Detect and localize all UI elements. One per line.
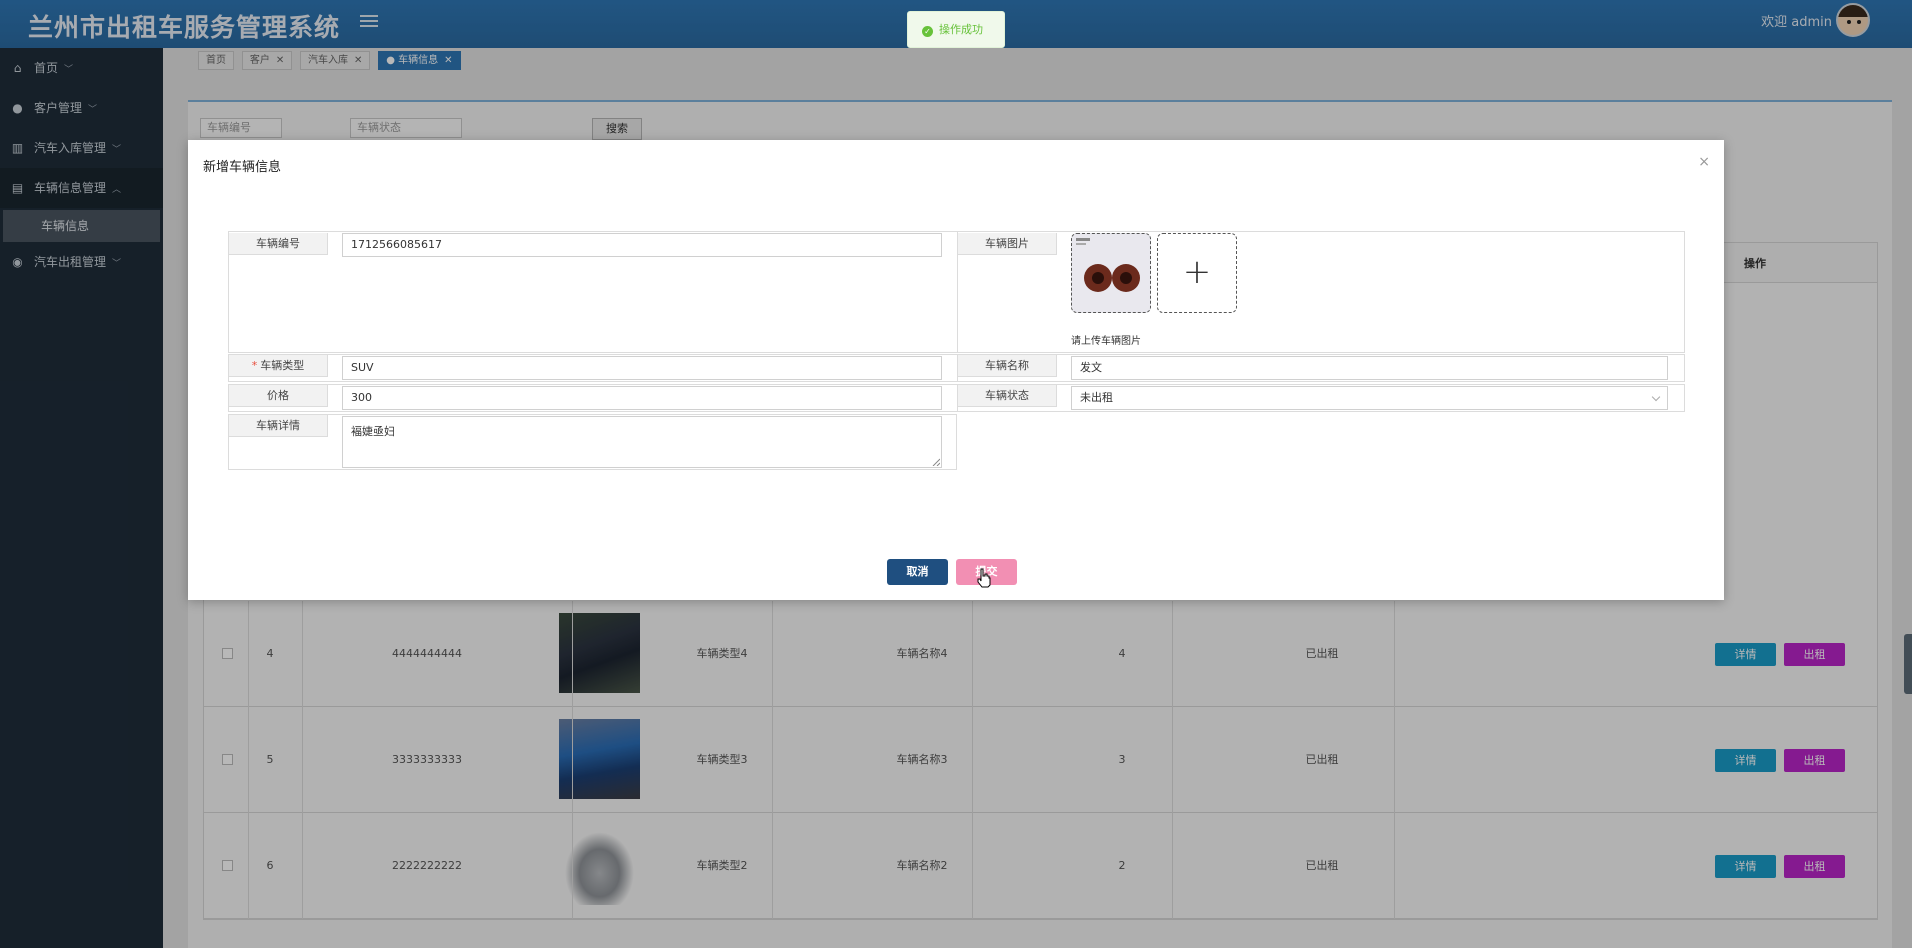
success-toast: ✓ 操作成功	[907, 11, 1005, 48]
hand-cursor-icon	[977, 568, 991, 588]
field-label: * 车辆类型	[229, 355, 328, 377]
field-label-text: 车辆类型	[260, 359, 305, 372]
field-label: 价格	[229, 385, 328, 407]
add-vehicle-dialog: 新增车辆信息 × 车辆编号 1712566085617 车辆图片 + 请上传车辆…	[188, 140, 1724, 600]
chevron-down-icon	[1651, 392, 1661, 402]
vehicle-number-input[interactable]: 1712566085617	[342, 233, 942, 257]
vehicle-status-select[interactable]: 未出租	[1071, 386, 1668, 410]
check-circle-icon: ✓	[922, 26, 933, 37]
form-item-image: 车辆图片 + 请上传车辆图片	[957, 231, 1685, 353]
field-label: 车辆编号	[229, 233, 328, 255]
select-value: 未出租	[1080, 391, 1113, 404]
field-label: 车辆状态	[958, 385, 1057, 407]
upload-tip: 请上传车辆图片	[1071, 336, 1141, 347]
form-item-type: * 车辆类型 SUV	[228, 354, 957, 382]
field-label: 车辆名称	[958, 355, 1057, 377]
required-mark: *	[251, 359, 258, 372]
dialog-title: 新增车辆信息	[203, 160, 282, 175]
close-icon[interactable]: ×	[1698, 154, 1710, 170]
vehicle-name-input[interactable]: 发文	[1071, 356, 1668, 380]
price-input[interactable]: 300	[342, 386, 942, 410]
form-item-number: 车辆编号 1712566085617	[228, 231, 957, 353]
upload-add-button[interactable]: +	[1157, 233, 1237, 313]
textarea-value: 褔婕亟妇	[351, 425, 395, 438]
cancel-button[interactable]: 取消	[887, 559, 948, 585]
form-item-status: 车辆状态 未出租	[957, 384, 1685, 412]
vehicle-type-input[interactable]: SUV	[342, 356, 942, 380]
uploaded-image-thumbnail[interactable]	[1071, 233, 1151, 313]
form-item-price: 价格 300	[228, 384, 957, 412]
vehicle-detail-textarea[interactable]: 褔婕亟妇	[342, 416, 942, 468]
field-label: 车辆详情	[229, 415, 328, 437]
field-label: 车辆图片	[958, 233, 1057, 255]
toast-text: 操作成功	[939, 23, 983, 36]
form-item-name: 车辆名称 发文	[957, 354, 1685, 382]
resize-handle-icon[interactable]	[932, 458, 940, 466]
form-item-detail: 车辆详情 褔婕亟妇	[228, 414, 957, 470]
